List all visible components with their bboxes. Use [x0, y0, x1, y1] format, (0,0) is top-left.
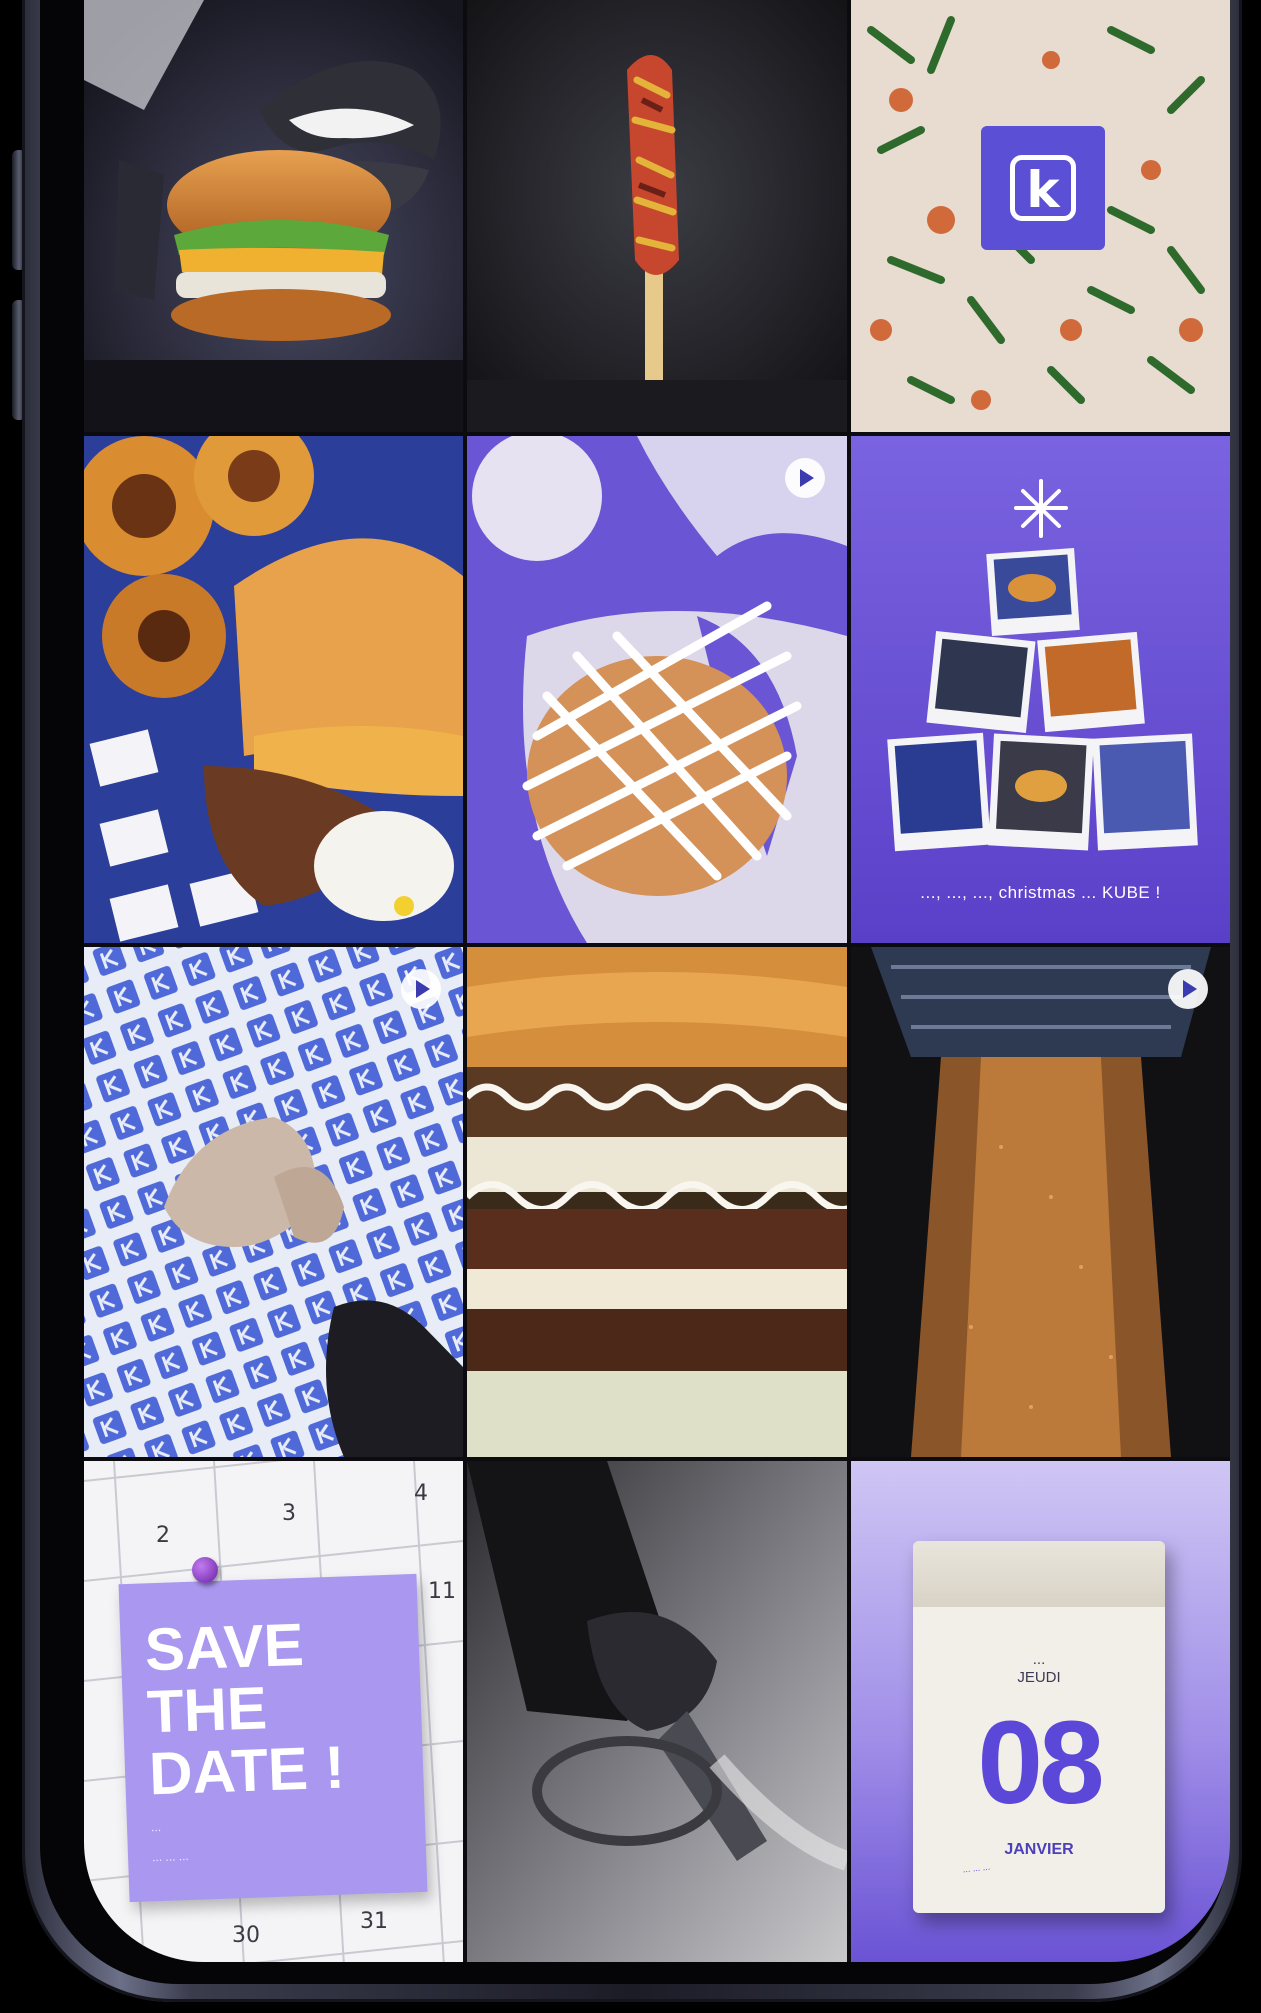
phone-screen: k ..., ..., ..., christmas ... KUBE ! 2 …: [84, 0, 1230, 1962]
tile-double-burger-closeup[interactable]: [467, 947, 847, 1457]
tearoff-day-line: JEUDI: [1017, 1669, 1061, 1686]
tearoff-day-label: ... JEUDI: [913, 1651, 1165, 1687]
video-play-icon: [401, 969, 441, 1009]
tearoff-day-number: 08: [977, 1697, 1104, 1829]
corn-dog-image: [467, 0, 847, 432]
tile-christmas-polaroids[interactable]: ..., ..., ..., christmas ... KUBE !: [851, 436, 1230, 943]
video-play-icon: [1168, 969, 1208, 1009]
grill-scrape-image: [467, 1461, 847, 1962]
calendar-day-number: 4: [414, 1481, 428, 1506]
calendar-day-number: 3: [282, 1501, 296, 1526]
k-logo-icon: k: [981, 126, 1105, 250]
burger-lips-image: [84, 0, 463, 432]
grinder-pour-image: [851, 947, 1230, 1457]
tile-grinder-pour[interactable]: [851, 947, 1230, 1457]
save-subtitle: ... ... ...: [151, 1849, 189, 1865]
save-subtitle: ...: [150, 1819, 162, 1835]
tearoff-binding: [913, 1541, 1165, 1607]
sauce-drizzle-image: [467, 436, 847, 943]
tile-save-the-date[interactable]: 2 3 4 11 30 31 SAVE THE DATE ! ... ... .…: [84, 1461, 463, 1962]
calendar-day-number: 31: [360, 1909, 388, 1934]
tearoff-day-line: ...: [1032, 1651, 1046, 1668]
calendar-day-number: 2: [156, 1523, 170, 1548]
save-title-line: SAVE: [143, 1610, 305, 1684]
phone-mockup-scene: k ..., ..., ..., christmas ... KUBE ! 2 …: [0, 0, 1261, 2013]
tile-burger-lips[interactable]: [84, 0, 463, 432]
tile-burger-onion-rings[interactable]: [84, 436, 463, 943]
instagram-photo-grid: k ..., ..., ..., christmas ... KUBE ! 2 …: [84, 0, 1230, 1962]
christmas-caption: ..., ..., ..., christmas ... KUBE !: [920, 883, 1161, 902]
k-logo-glyph: k: [1010, 155, 1076, 221]
sparkle-icon: [1014, 479, 1068, 538]
save-title-line: THE: [145, 1674, 269, 1746]
video-play-icon: [785, 458, 825, 498]
tile-sauce-drizzle[interactable]: [467, 436, 847, 943]
calendar-day-number: 30: [232, 1923, 260, 1948]
save-title-line: DATE !: [148, 1733, 346, 1808]
tile-corn-dog[interactable]: [467, 0, 847, 432]
pushpin-icon: [192, 1557, 218, 1583]
save-the-date-note: SAVE THE DATE ! ... ... ... ...: [118, 1573, 428, 1903]
double-burger-image: [467, 947, 847, 1457]
calendar-day-number: 11: [428, 1579, 456, 1604]
patterned-paper-sauce-image: [84, 947, 463, 1457]
tearoff-calendar: ... JEUDI 08 JANVIER ... ... ...: [913, 1541, 1165, 1913]
tile-tearoff-calendar[interactable]: ... JEUDI 08 JANVIER ... ... ...: [851, 1461, 1230, 1962]
tile-pizza-logo[interactable]: k: [851, 0, 1230, 432]
tearoff-handwritten-note: ... ... ...: [962, 1861, 991, 1875]
tile-patterned-paper-sauce[interactable]: [84, 947, 463, 1457]
tearoff-month: JANVIER: [1004, 1841, 1074, 1858]
burger-onion-rings-image: [84, 436, 463, 943]
tile-grill-scrape[interactable]: [467, 1461, 847, 1962]
christmas-polaroids-image: [851, 436, 1230, 943]
